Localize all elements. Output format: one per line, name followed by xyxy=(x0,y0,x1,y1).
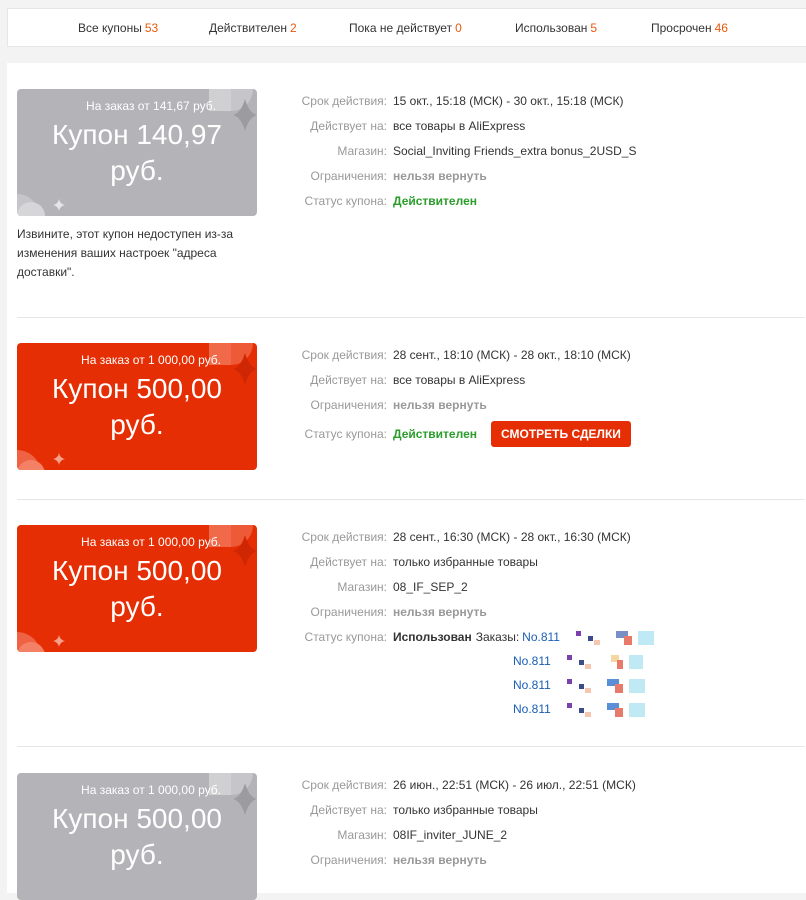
applies-label: Действует на: xyxy=(310,555,387,569)
tab-label: Все купоны xyxy=(78,20,142,35)
coupon-card: На заказ от 1 000,00 руб. Купон 500,00 ру… xyxy=(17,773,257,900)
tab-count: 5 xyxy=(590,20,598,35)
divider xyxy=(17,499,805,500)
status-label: Статус купона: xyxy=(304,427,387,442)
period-label: Срок действия: xyxy=(301,348,387,362)
applies-label: Действует на: xyxy=(310,119,387,133)
tab-all-coupons[interactable]: Все купоны 53 xyxy=(78,21,158,35)
order-link[interactable]: No.811 xyxy=(513,678,551,692)
coupon-min-order: На заказ от 1 000,00 руб. xyxy=(81,353,221,367)
coupon-list: На заказ от 141,67 руб. Купон 140,97 руб.… xyxy=(7,63,806,900)
tab-label: Использован xyxy=(515,20,588,35)
store-value: 08_IF_SEP_2 xyxy=(393,580,468,594)
divider xyxy=(17,746,805,747)
tab-expired[interactable]: Просрочен 46 xyxy=(651,21,728,35)
coupon-amount-currency: руб. xyxy=(110,591,164,622)
redacted-order-number xyxy=(572,630,656,645)
coupon-min-order: На заказ от 141,67 руб. xyxy=(86,99,216,113)
limits-label: Ограничения: xyxy=(310,398,387,412)
period-label: Срок действия: xyxy=(301,94,387,108)
coupon-status-tabs: Все купоны 53 Действителен 2 Пока не дейст… xyxy=(7,8,806,47)
period-label: Срок действия: xyxy=(301,778,387,792)
period-value: 15 окт., 15:18 (МСК) - 30 окт., 15:18 (М… xyxy=(393,94,624,108)
applies-label: Действует на: xyxy=(310,803,387,817)
coupon-amount: Купон 500,00 руб. xyxy=(17,553,257,625)
coupon-amount: Купон 140,97 руб. xyxy=(17,117,257,189)
divider xyxy=(17,317,805,318)
tab-valid[interactable]: Действителен 2 xyxy=(209,21,297,35)
coupon-amount-value: Купон 500,00 xyxy=(52,555,222,586)
applies-value: все товары в AliExpress xyxy=(393,373,526,387)
tab-not-yet-valid[interactable]: Пока не действует 0 xyxy=(349,21,462,35)
limits-value: нельзя вернуть xyxy=(393,605,487,619)
applies-value: все товары в AliExpress xyxy=(393,119,526,133)
period-value: 28 сент., 16:30 (МСК) - 28 окт., 16:30 (… xyxy=(393,530,631,544)
applies-label: Действует на: xyxy=(310,373,387,387)
tab-used[interactable]: Использован 5 xyxy=(515,21,597,35)
coupon-amount-currency: руб. xyxy=(110,409,164,440)
redacted-order-number xyxy=(563,678,647,693)
coupon-min-order: На заказ от 1 000,00 руб. xyxy=(81,535,221,549)
coupon-card: На заказ от 1 000,00 руб. Купон 500,00 ру… xyxy=(17,343,257,470)
store-label: Магазин: xyxy=(337,580,387,594)
limits-label: Ограничения: xyxy=(310,169,387,183)
tab-label: Действителен xyxy=(209,20,288,35)
tab-count: 53 xyxy=(144,20,159,35)
status-value: Действителен xyxy=(393,194,477,208)
status-label: Статус купона: xyxy=(304,630,387,644)
orders-label: Заказы: xyxy=(475,630,520,644)
coupon-card: На заказ от 141,67 руб. Купон 140,97 руб. xyxy=(17,89,257,216)
limits-value: нельзя вернуть xyxy=(393,853,487,867)
store-value: 08IF_inviter_JUNE_2 xyxy=(393,828,508,842)
redacted-order-number xyxy=(563,654,647,669)
period-label: Срок действия: xyxy=(301,530,387,544)
coupon-amount-value: Купон 140,97 xyxy=(52,119,222,150)
tab-label: Пока не действует xyxy=(349,20,453,35)
view-deals-button[interactable]: СМОТРЕТЬ СДЕЛКИ xyxy=(491,421,631,447)
status-value: Действителен xyxy=(393,427,477,442)
order-link[interactable]: No.811 xyxy=(513,654,551,668)
tab-label: Просрочен xyxy=(651,20,712,35)
coupon-amount: Купон 500,00 руб. xyxy=(17,801,257,873)
limits-value: нельзя вернуть xyxy=(393,169,487,183)
tab-count: 0 xyxy=(455,20,462,35)
applies-value: только избранные товары xyxy=(393,555,538,569)
tab-count: 2 xyxy=(290,20,297,35)
coupon-amount-value: Купон 500,00 xyxy=(52,373,222,404)
applies-value: только избранные товары xyxy=(393,803,538,817)
period-value: 26 июн., 22:51 (МСК) - 26 июл., 22:51 (М… xyxy=(393,778,636,792)
status-value: Использован xyxy=(393,630,472,644)
limits-label: Ограничения: xyxy=(310,605,387,619)
coupon-amount: Купон 500,00 руб. xyxy=(17,371,257,443)
store-label: Магазин: xyxy=(337,828,387,842)
coupon-min-order: На заказ от 1 000,00 руб. xyxy=(81,783,221,797)
order-link[interactable]: No.811 xyxy=(522,630,560,644)
coupon-unavailable-note: Извините, этот купон недоступен из-за из… xyxy=(17,227,234,279)
tab-count: 46 xyxy=(714,20,728,35)
status-label: Статус купона: xyxy=(304,194,387,208)
period-value: 28 сент., 18:10 (МСК) - 28 окт., 18:10 (… xyxy=(393,348,631,362)
store-value: Social_Inviting Friends_extra bonus_2USD… xyxy=(393,144,637,158)
coupon-amount-value: Купон 500,00 xyxy=(52,803,222,834)
limits-value: нельзя вернуть xyxy=(393,398,487,412)
limits-label: Ограничения: xyxy=(310,853,387,867)
redacted-order-number xyxy=(563,702,647,717)
coupon-card: На заказ от 1 000,00 руб. Купон 500,00 ру… xyxy=(17,525,257,652)
coupon-amount-currency: руб. xyxy=(110,839,164,870)
order-link[interactable]: No.811 xyxy=(513,702,551,716)
coupon-amount-currency: руб. xyxy=(110,155,164,186)
store-label: Магазин: xyxy=(337,144,387,158)
